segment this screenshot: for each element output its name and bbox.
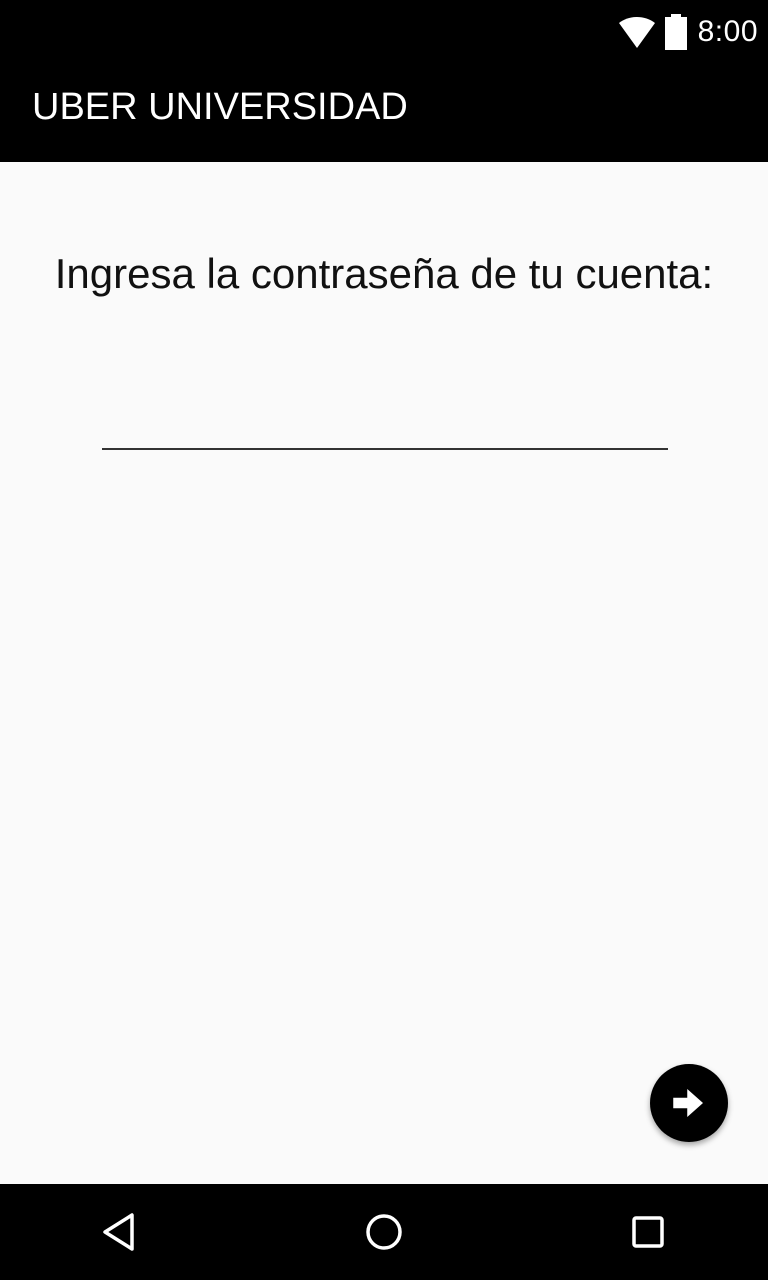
wifi-icon xyxy=(618,17,655,48)
recents-button[interactable] xyxy=(624,1208,672,1256)
screen: 8:00 UBER UNIVERSIDAD Ingresa la contras… xyxy=(0,0,768,1280)
password-input[interactable] xyxy=(102,400,668,450)
app-title: UBER UNIVERSIDAD xyxy=(32,86,408,128)
home-button[interactable] xyxy=(360,1208,408,1256)
back-icon xyxy=(103,1213,134,1251)
navigation-bar xyxy=(0,1184,768,1280)
status-bar: 8:00 xyxy=(0,0,768,64)
battery-icon xyxy=(664,14,687,50)
password-prompt: Ingresa la contraseña de tu cuenta: xyxy=(54,250,714,297)
status-time: 8:00 xyxy=(697,15,758,48)
next-button[interactable] xyxy=(650,1064,728,1142)
home-icon xyxy=(366,1214,402,1250)
back-button[interactable] xyxy=(96,1208,144,1256)
arrow-right-icon xyxy=(673,1089,703,1117)
status-icons: 8:00 xyxy=(618,8,758,56)
app-bar: UBER UNIVERSIDAD xyxy=(0,64,768,162)
recents-icon xyxy=(632,1216,664,1248)
